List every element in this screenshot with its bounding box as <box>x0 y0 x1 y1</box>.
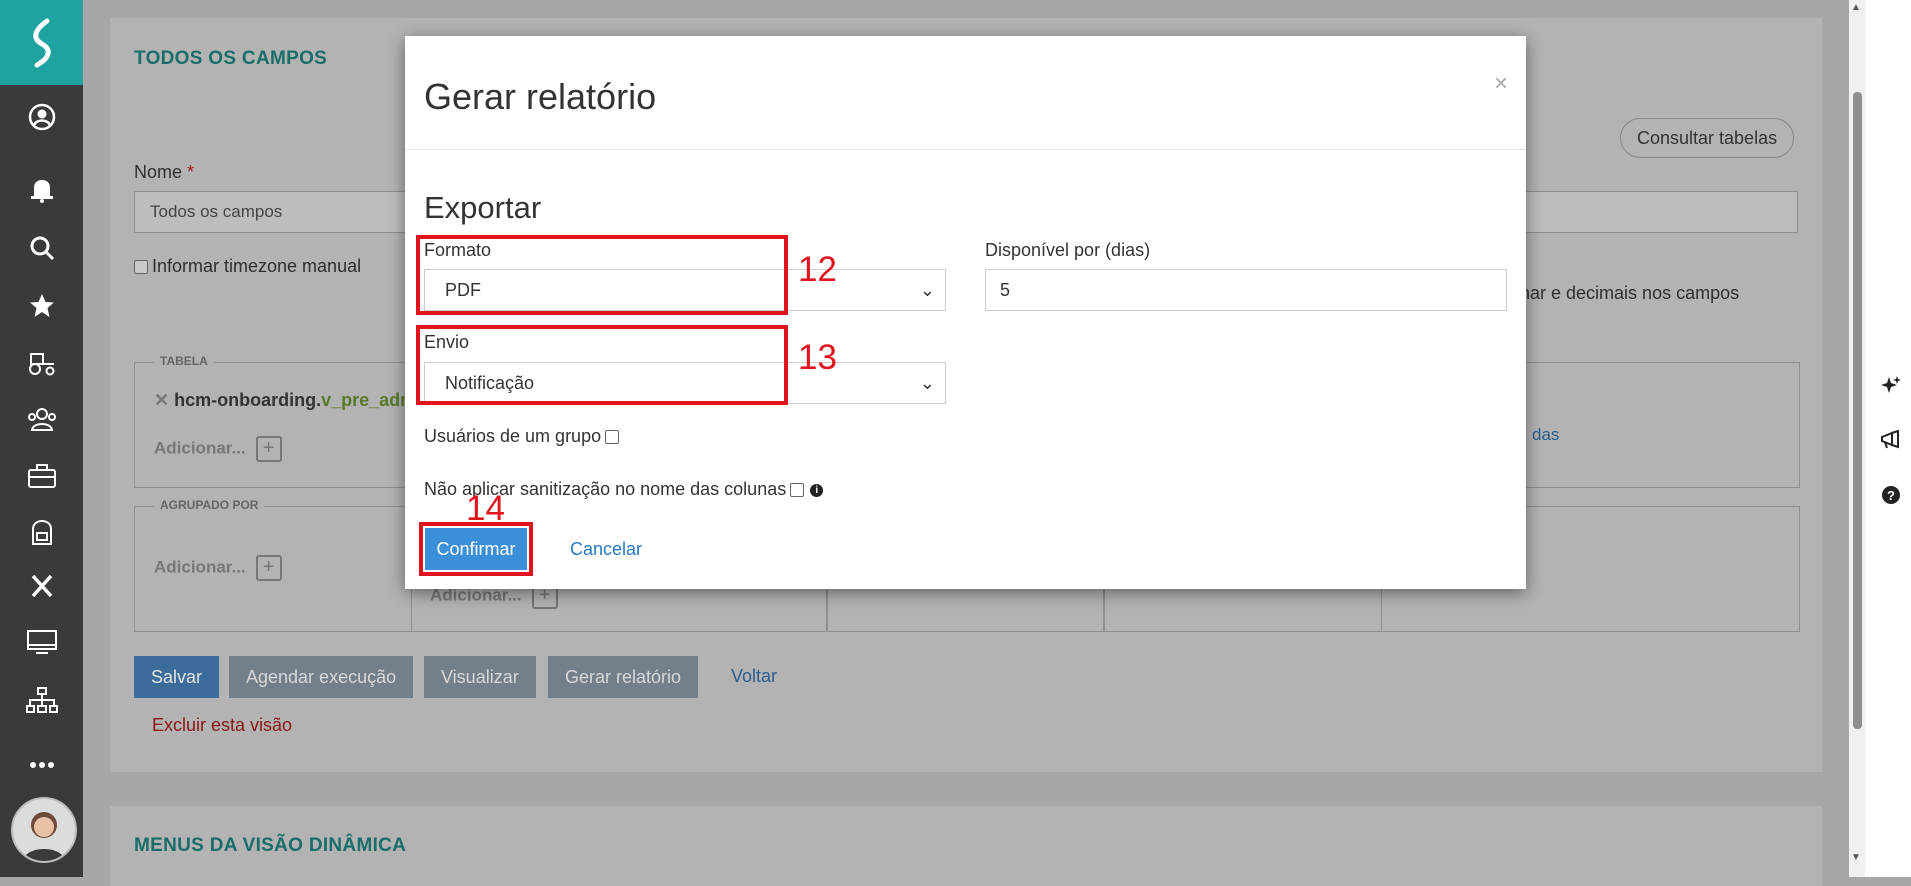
annotation-12: 12 <box>798 250 837 289</box>
user-circle-icon[interactable] <box>0 97 83 137</box>
group-users-option[interactable]: Usuários de um grupo <box>424 426 620 447</box>
bell-icon[interactable] <box>0 170 83 210</box>
no-sanitize-checkbox[interactable] <box>790 483 805 498</box>
modal-title: Gerar relatório <box>424 76 657 117</box>
scroll-down-icon[interactable]: ▼ <box>1851 852 1861 863</box>
sparkle-icon[interactable] <box>1876 371 1906 401</box>
help-icon[interactable]: ? <box>1876 480 1906 510</box>
avatar[interactable] <box>11 797 77 863</box>
timezone-option[interactable]: Informar timezone manual <box>134 256 361 277</box>
chevron-down-icon: ⌄ <box>919 280 935 300</box>
tractor-icon[interactable] <box>0 343 83 383</box>
name-label-text: Nome <box>134 162 183 182</box>
format-highlight <box>416 235 788 315</box>
more-icon[interactable] <box>0 745 83 785</box>
add-table-link[interactable]: Adicionar... + <box>154 436 282 462</box>
table-item-name: hcm-onboarding. <box>174 390 322 410</box>
required-mark: * <box>187 162 195 182</box>
svg-text:?: ? <box>1887 488 1895 503</box>
scrollbar-thumb[interactable] <box>1853 92 1862 729</box>
add-group-link[interactable]: Adicionar... + <box>154 555 282 581</box>
table-legend: TABELA <box>154 354 214 368</box>
add-table-label: Adicionar... <box>154 438 246 458</box>
annotation-13: 13 <box>798 338 837 377</box>
cancel-link[interactable]: Cancelar <box>570 539 642 560</box>
timezone-label: Informar timezone manual <box>152 256 362 276</box>
save-button[interactable]: Salvar <box>134 656 220 698</box>
delete-view-link[interactable]: Excluir esta visão <box>152 715 292 736</box>
send-highlight <box>416 325 788 405</box>
back-link[interactable]: Voltar <box>731 666 777 687</box>
info-icon[interactable]: i <box>810 483 824 497</box>
remove-icon[interactable]: ✕ <box>154 390 169 410</box>
briefcase-icon[interactable] <box>0 456 83 496</box>
group-users-label: Usuários de um grupo <box>424 426 602 446</box>
backpack-icon[interactable] <box>0 512 83 552</box>
table-item-view: v_pre_adn <box>321 390 412 410</box>
logo-icon[interactable] <box>0 0 83 85</box>
available-label: Disponível por (dias) <box>985 240 1151 260</box>
megaphone-icon[interactable] <box>1876 425 1906 455</box>
add-group-label: Adicionar... <box>154 557 246 577</box>
close-x-icon[interactable] <box>0 566 83 606</box>
team-icon[interactable] <box>0 400 83 440</box>
generate-report-button[interactable]: Gerar relatório <box>548 656 699 698</box>
menus-title: MENUS DA VISÃO DINÂMICA <box>134 835 407 856</box>
confirm-highlight <box>419 522 533 576</box>
view-button[interactable]: Visualizar <box>424 656 536 698</box>
monitor-icon[interactable] <box>0 622 83 662</box>
org-chart-icon[interactable] <box>0 680 83 720</box>
plus-icon[interactable]: + <box>255 436 282 462</box>
section-title: TODOS OS CAMPOS <box>134 48 328 69</box>
grouped-legend: AGRUPADO POR <box>154 498 265 512</box>
name-label: Nome * <box>134 162 194 183</box>
decimals-text: nar e decimais nos campos <box>1520 283 1740 303</box>
consult-tables-button[interactable]: Consultar tabelas <box>1620 118 1795 158</box>
group-users-checkbox[interactable] <box>605 430 620 445</box>
schedule-button[interactable]: Agendar execução <box>229 656 414 698</box>
generate-report-modal: Gerar relatório × Exportar Formato PDF ⌄… <box>405 36 1526 589</box>
annotation-14: 14 <box>466 489 505 528</box>
timezone-checkbox[interactable] <box>134 260 148 275</box>
export-heading: Exportar <box>424 190 542 225</box>
left-sidebar <box>0 0 83 877</box>
fields-link[interactable]: das <box>1532 425 1559 445</box>
chevron-down-icon: ⌄ <box>919 373 935 393</box>
available-days-input[interactable]: 5 <box>985 269 1507 311</box>
scroll-up-icon[interactable]: ▲ <box>1851 2 1861 13</box>
close-icon[interactable]: × <box>1494 70 1508 98</box>
search-icon[interactable] <box>0 228 83 268</box>
modal-header: Gerar relatório × <box>405 36 1526 150</box>
table-item[interactable]: ✕ hcm-onboarding.v_pre_adn <box>154 390 411 411</box>
star-icon[interactable] <box>0 286 83 326</box>
plus-icon[interactable]: + <box>255 555 282 581</box>
